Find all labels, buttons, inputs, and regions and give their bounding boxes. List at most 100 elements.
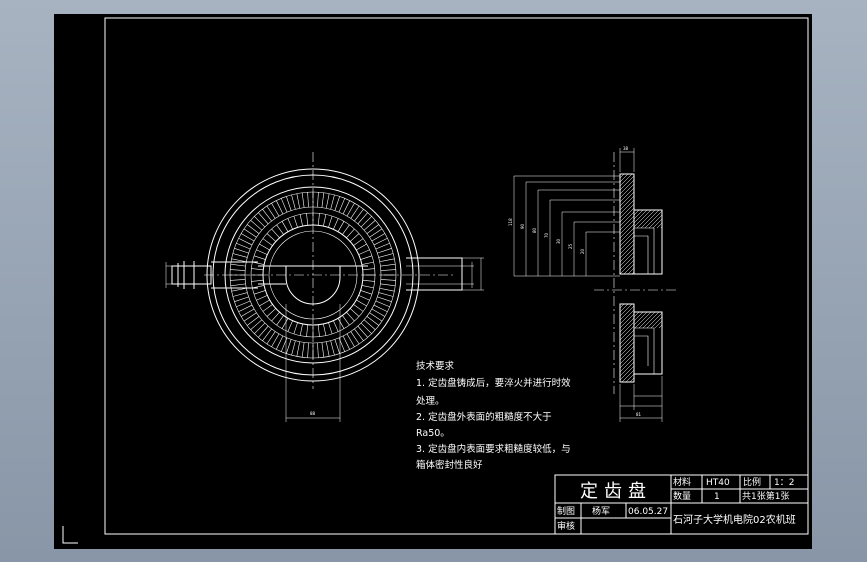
drawing-stroke [634,312,648,326]
drawing-stroke [614,248,674,308]
drawing-stroke [620,231,634,247]
drawing-stroke [631,271,634,274]
drawing-stroke [293,215,298,228]
drawing-stroke [620,211,634,227]
part-name: 定齿盘 [580,481,652,502]
drawing-sheet: 88 118 90 80 70 30 25 20 38 81 技术要求 1. 定… [54,14,812,549]
drawing-stroke [614,374,674,434]
drawing-stroke [306,324,309,337]
drawing-stroke [234,248,249,254]
drawn-name: 杨军 [592,505,610,517]
drawing-stroke [620,174,625,179]
title-block: 定齿盘 材料 HT40 比例 1：2 数量 1 共1张第1张 制图 杨军 06.… [554,474,809,535]
drawing-stroke [362,279,375,282]
drawing-stroke [375,300,390,308]
drawing-stroke [614,362,674,422]
drawing-stroke [629,204,689,264]
drawing-stroke [660,226,662,228]
drawing-stroke [620,361,634,377]
drawing-stroke [648,214,662,228]
drawing-stroke [614,390,674,450]
drawing-stroke [358,295,370,301]
drawing-stroke [281,318,289,329]
drawing-stroke [629,310,689,370]
drawing-stroke [634,210,636,212]
drawing-stroke [614,346,674,406]
tech-req-line-6: 箱体密封性良好 [416,459,483,471]
drawing-stroke [614,288,674,348]
drawing-stroke [360,290,373,295]
drawing-stroke [629,240,689,300]
drawing-stroke [614,112,674,172]
drawing-stroke [614,370,674,430]
drawing-stroke [356,299,367,307]
drawing-stroke [276,335,284,350]
drawing-stroke [349,233,360,242]
drawing-stroke [380,263,396,267]
dim-right-top: 38 [623,146,629,151]
drawing-stroke [614,240,674,300]
drawing-stroke [620,329,634,345]
drawing-stroke [629,326,689,386]
drawing-stroke [620,207,634,223]
quantity-label: 数量 [673,490,691,502]
section-hatch-upper [614,108,674,452]
drawing-stroke [620,239,634,255]
drawing-stroke [323,323,327,336]
drawing-stroke [251,268,264,271]
drawing-stroke [373,304,388,312]
tech-req-line-3: 2. 定齿盘外表面的粗糙度不大于 [416,411,552,423]
drawing-stroke [614,108,674,168]
drawing-stroke [620,333,634,349]
vertical-dimensions: 118 90 80 70 30 25 20 [508,175,620,277]
drawing-stroke [634,312,652,328]
drawing-stroke [377,248,392,254]
drawing-stroke [346,228,355,239]
drawing-stroke [636,210,656,228]
section-hatch-upper-flange [629,204,689,300]
drawing-stroke [629,216,689,276]
drawing-stroke [328,322,333,335]
drawing-stroke [629,232,689,292]
drawing-stroke [620,223,634,239]
drawing-stroke [266,233,277,242]
scale-label: 比例 [743,476,761,488]
tech-req-line-2: 处理。 [416,395,445,407]
drawing-stroke [323,214,327,227]
drawing-stroke [306,213,309,226]
drawing-stroke [621,369,634,382]
drawing-stroke [627,267,634,274]
drawing-stroke [377,296,392,302]
drawing-stroke [379,258,395,263]
drawing-stroke [620,191,634,207]
drawing-stroke [629,220,689,280]
drawing-stroke [276,200,284,215]
drawing-stroke [620,215,634,231]
drawing-stroke [629,246,689,306]
drawing-stroke [330,340,335,356]
institution: 石河子大学机电院02农机班 [673,513,796,526]
dim-right-bottom: 81 [636,412,642,417]
drawing-stroke [362,268,375,271]
technical-requirements: 技术要求 1. 定齿盘铸成后，要淬火并进行时效 处理。 2. 定齿盘外表面的粗糙… [416,360,571,471]
drawing-stroke [620,341,634,357]
drawing-stroke [337,318,345,329]
drawing-stroke [620,317,634,333]
drawing-stroke [646,312,662,328]
drawing-stroke [614,392,674,452]
drawing-stroke [620,174,629,183]
sheet-info: 共1张第1张 [742,490,789,502]
drawing-stroke [259,299,270,307]
material-value: HT40 [706,478,730,488]
drawing-stroke [251,279,264,282]
drawing-stroke [361,285,374,289]
drawing-stroke [629,228,689,288]
drawing-stroke [330,194,335,210]
drawing-stroke [629,330,689,390]
drawing-stroke [634,312,640,318]
drawing-stroke [614,384,674,444]
drawing-stroke [634,210,652,228]
drawing-stroke [373,238,388,246]
drawing-stroke [629,334,689,394]
drawing-stroke [346,311,355,322]
